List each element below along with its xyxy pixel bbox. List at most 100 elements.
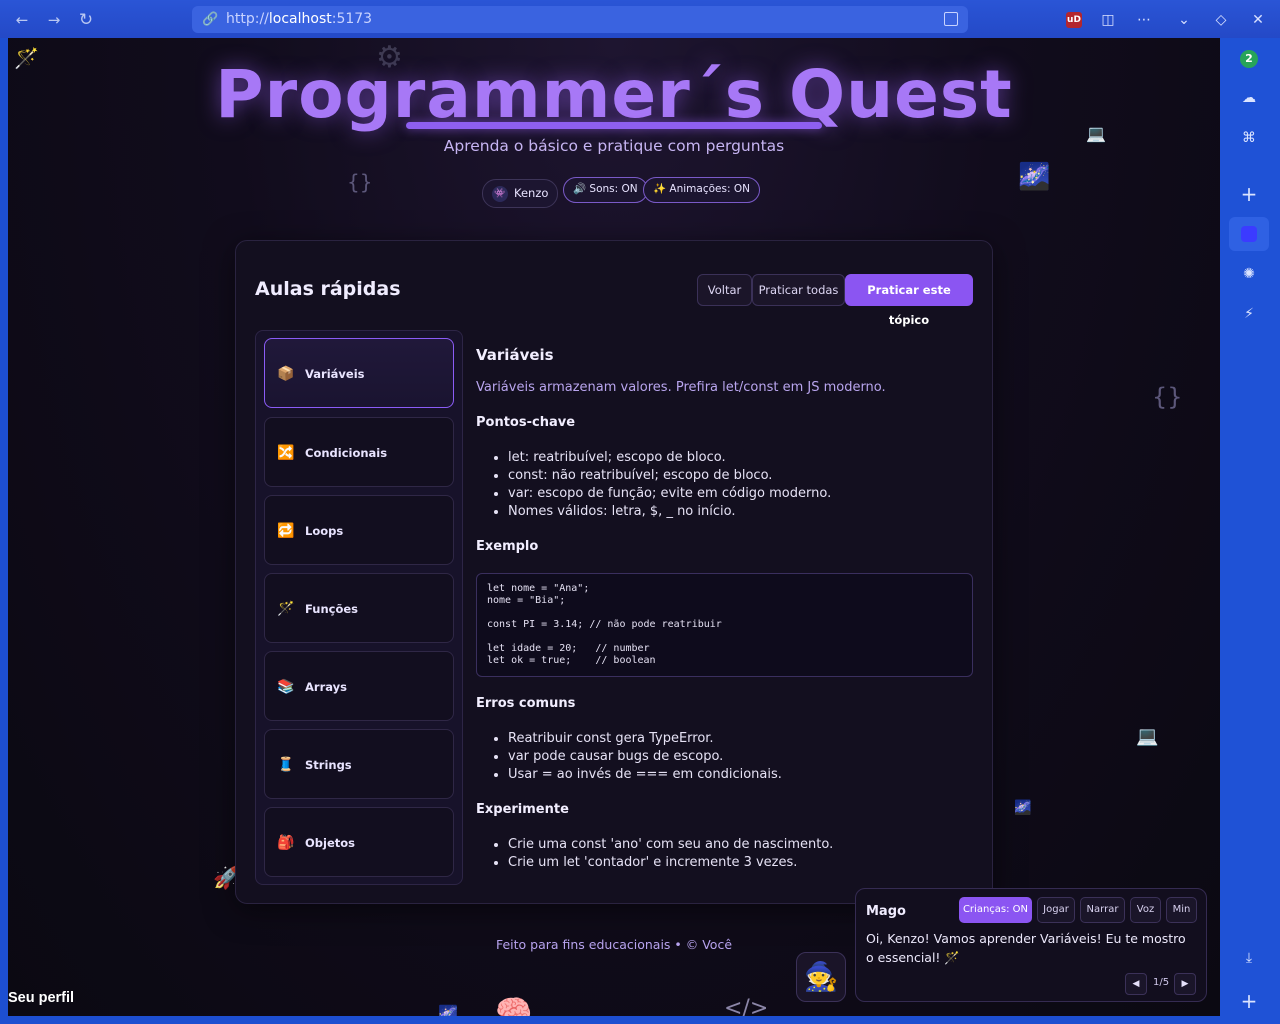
animations-toggle[interactable]: ✨ Animações: ON xyxy=(643,177,760,203)
user-name: Kenzo xyxy=(514,186,549,200)
try-heading: Experimente xyxy=(476,802,569,817)
whatsapp-panel-icon[interactable]: 2 xyxy=(1229,41,1269,75)
forward-arrow-icon[interactable]: → xyxy=(43,9,65,31)
practice-all-button[interactable]: Praticar todas xyxy=(752,274,845,306)
ublock-extension-icon[interactable]: uD xyxy=(1066,12,1082,28)
add-panel-icon[interactable]: + xyxy=(1229,177,1269,211)
page-subtitle: Aprenda o básico e pratique com pergunta… xyxy=(443,137,785,155)
galaxy-icon: 🌌 xyxy=(1014,800,1032,816)
page-indicator: 1/5 xyxy=(1153,977,1170,988)
shuffle-icon: 🔀 xyxy=(277,445,295,461)
lessons-card: Aulas rápidas Voltar Praticar todas Prat… xyxy=(235,240,993,904)
backpack-icon: 🎒 xyxy=(277,835,295,851)
list-item: Crie um let 'contador' e incremente 3 ve… xyxy=(508,854,833,872)
topic-loops[interactable]: 🔁 Loops xyxy=(264,495,454,565)
sidebar-toggle-icon[interactable]: ◫ xyxy=(1098,10,1118,30)
topic-variaveis[interactable]: 📦 Variáveis xyxy=(264,338,454,408)
previous-page-button[interactable]: ◀ xyxy=(1125,973,1147,995)
topic-label: Strings xyxy=(305,758,352,772)
user-chip[interactable]: 👾 Kenzo xyxy=(482,179,559,208)
voice-button[interactable]: Voz xyxy=(1130,897,1161,923)
braces-icon: {} xyxy=(347,170,373,194)
topic-label: Condicionais xyxy=(305,446,388,460)
bolt-panel-icon[interactable]: ⚡ xyxy=(1229,297,1269,331)
reader-mode-icon[interactable] xyxy=(944,12,958,26)
magic-wand-icon: 🪄 xyxy=(277,601,295,617)
topic-funcoes[interactable]: 🪄 Funções xyxy=(264,573,454,643)
chatgpt-panel-icon[interactable]: ✺ xyxy=(1229,257,1269,291)
browser-toolbar: ← → ↻ 🔗 http://localhost:5173 uD ◫ ⋯ ⌄ ◇… xyxy=(0,0,1280,38)
wizard-avatar[interactable]: 🧙 xyxy=(796,952,846,1002)
close-icon[interactable]: ✕ xyxy=(1248,10,1268,30)
url-host: localhost xyxy=(268,11,332,27)
topic-label: Arrays xyxy=(305,680,347,694)
back-button[interactable]: Voltar xyxy=(697,274,752,306)
code-example: let nome = "Ana"; nome = "Bia"; const PI… xyxy=(476,573,973,677)
topics-list: 📦 Variáveis 🔀 Condicionais 🔁 Loops 🪄 Funções… xyxy=(255,330,463,885)
example-heading: Exemplo xyxy=(476,539,539,554)
try-list: Crie uma const 'ano' com seu ano de nasc… xyxy=(508,836,833,872)
topic-arrays[interactable]: 📚 Arrays xyxy=(264,651,454,721)
mago-title: Mago xyxy=(866,904,906,919)
topic-label: Objetos xyxy=(305,836,355,850)
mago-assistant-panel: Mago Crianças: ON Jogar Narrar Voz Min O… xyxy=(855,888,1207,1002)
url-scheme: http:// xyxy=(226,11,269,27)
topic-label: Variáveis xyxy=(305,367,365,381)
repeat-icon: 🔁 xyxy=(277,523,295,539)
title-underline xyxy=(406,122,822,129)
active-panel-icon[interactable] xyxy=(1229,217,1269,251)
errors-heading: Erros comuns xyxy=(476,696,576,711)
key-points-heading: Pontos-chave xyxy=(476,415,576,430)
brain-icon: 🧠 xyxy=(495,994,533,1016)
topic-strings[interactable]: 🧵 Strings xyxy=(264,729,454,799)
list-item: Usar = ao invés de === em condicionais. xyxy=(508,766,782,784)
sounds-toggle[interactable]: 🔊 Sons: ON xyxy=(563,177,648,203)
errors-list: Reatribuir const gera TypeError. var pod… xyxy=(508,730,782,784)
list-item: Reatribuir const gera TypeError. xyxy=(508,730,782,748)
topic-objetos[interactable]: 🎒 Objetos xyxy=(264,807,454,877)
practice-topic-button[interactable]: Praticar este tópico xyxy=(845,274,973,327)
topic-label: Funções xyxy=(305,602,359,616)
braces-icon: {} xyxy=(1152,383,1183,411)
lesson-intro: Variáveis armazenam valores. Prefira let… xyxy=(476,380,886,395)
page-viewport: 🪄 ⚙ {} 💻 🌌 {} 💻 🌌 🚀 🧠 </> 🌌 Programmer´s… xyxy=(8,38,1220,1016)
list-item: var: escopo de função; evite em código m… xyxy=(508,485,831,503)
kids-mode-toggle[interactable]: Crianças: ON xyxy=(959,897,1032,923)
list-item: Crie uma const 'ano' com seu ano de nasc… xyxy=(508,836,833,854)
notification-badge: 2 xyxy=(1240,50,1258,68)
address-bar[interactable]: 🔗 http://localhost:5173 xyxy=(192,6,968,33)
laptop-icon: 💻 xyxy=(1136,726,1159,747)
narrate-button[interactable]: Narrar xyxy=(1080,897,1125,923)
list-item: Nomes válidos: letra, $, _ no início. xyxy=(508,503,831,521)
books-icon: 📚 xyxy=(277,679,295,695)
site-info-icon[interactable]: 🔗 xyxy=(202,6,218,33)
back-arrow-icon[interactable]: ← xyxy=(11,9,33,31)
list-item: const: não reatribuível; escopo de bloco… xyxy=(508,467,831,485)
galaxy-icon: 🌌 xyxy=(1018,162,1051,192)
list-item: var pode causar bugs de escopo. xyxy=(508,748,782,766)
more-menu-icon[interactable]: ⋯ xyxy=(1134,10,1154,30)
thread-icon: 🧵 xyxy=(277,757,295,773)
reload-icon[interactable]: ↻ xyxy=(75,9,97,31)
download-icon[interactable]: ⤓ xyxy=(1229,941,1269,975)
code-tag-icon: </> xyxy=(724,996,769,1016)
url-port: :5173 xyxy=(331,11,373,27)
cloud-panel-icon[interactable]: ☁ xyxy=(1229,81,1269,115)
chevron-down-icon[interactable]: ⌄ xyxy=(1174,10,1194,30)
translate-panel-icon[interactable]: ⌘ xyxy=(1229,121,1269,155)
profile-link[interactable]: Seu perfil xyxy=(8,990,74,1006)
card-title: Aulas rápidas xyxy=(255,278,401,300)
topic-condicionais[interactable]: 🔀 Condicionais xyxy=(264,417,454,487)
minimize-button[interactable]: Min xyxy=(1166,897,1197,923)
next-page-button[interactable]: ▶ xyxy=(1174,973,1196,995)
package-icon: 📦 xyxy=(277,366,295,382)
galaxy-icon: 🌌 xyxy=(438,1004,458,1016)
topic-label: Loops xyxy=(305,524,344,538)
lesson-title: Variáveis xyxy=(476,346,554,364)
add-icon[interactable]: + xyxy=(1229,984,1269,1018)
diamond-icon[interactable]: ◇ xyxy=(1211,10,1231,30)
play-button[interactable]: Jogar xyxy=(1037,897,1075,923)
key-points-list: let: reatribuível; escopo de bloco. cons… xyxy=(508,449,831,521)
list-item: let: reatribuível; escopo de bloco. xyxy=(508,449,831,467)
avatar: 👾 xyxy=(492,185,508,202)
